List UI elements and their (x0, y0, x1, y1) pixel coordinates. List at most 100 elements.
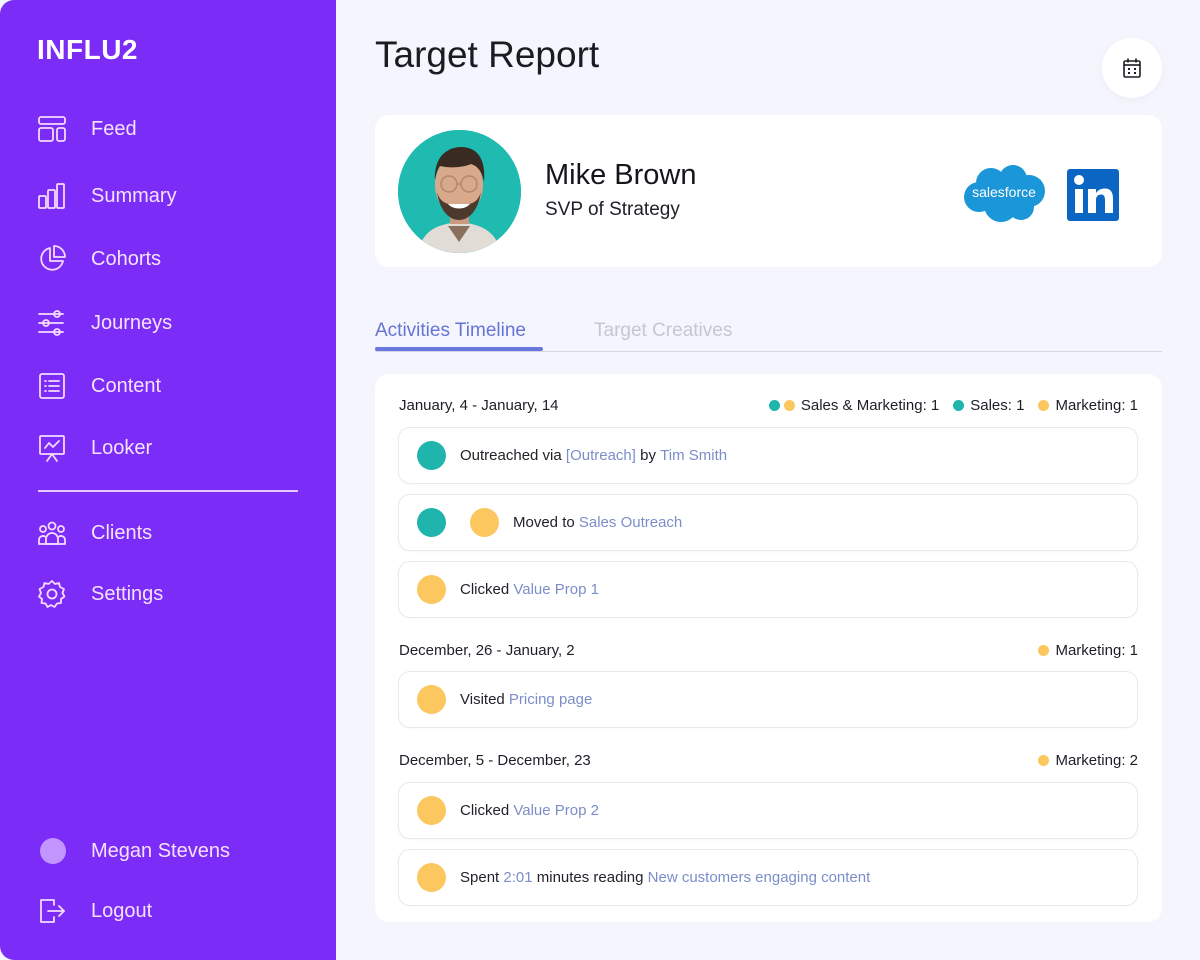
activity-journey-link[interactable]: Sales Outreach (579, 514, 682, 531)
legend-sales-marketing: Sales & Marketing: 1 (768, 396, 940, 414)
activity-item[interactable]: Visited Pricing page (398, 671, 1138, 728)
bar-chart-icon (37, 181, 67, 211)
reading-time: 2:01 (503, 869, 533, 886)
feed-layout-icon (37, 114, 67, 144)
salesforce-logo[interactable]: salesforce (961, 163, 1047, 225)
profile-name: Mike Brown (545, 159, 697, 191)
sales-dot-icon (768, 399, 780, 411)
sidebar-item-label: Summary (91, 184, 177, 207)
app-logo[interactable]: INFLU2 (37, 34, 138, 66)
profile-title: SVP of Strategy (545, 199, 680, 220)
group-legend: Marketing: 2 (1024, 752, 1138, 769)
gear-icon (37, 579, 67, 609)
marketing-dot-icon (417, 685, 446, 714)
group-legend: Sales & Marketing: 1 Sales: 1 Marketing:… (755, 397, 1138, 414)
group-legend: Marketing: 1 (1024, 642, 1138, 659)
activity-source-link[interactable]: [Outreach] (566, 447, 636, 464)
marketing-dot-icon (417, 863, 446, 892)
sidebar-item-label: Feed (91, 117, 137, 140)
user-profile[interactable]: Megan Stevens (37, 834, 230, 868)
activity-text: by (635, 447, 661, 464)
linkedin-logo[interactable] (1067, 169, 1119, 221)
activity-text: Moved to (513, 514, 579, 531)
marketing-dot-icon (1038, 399, 1050, 411)
marketing-dot-icon (1038, 754, 1050, 766)
activity-item[interactable]: Outreached via [Outreach] by Tim Smith (398, 427, 1138, 484)
tab-bar: Activities Timeline Target Creatives (375, 316, 1162, 352)
legend-marketing: Marketing: 1 (1038, 642, 1138, 659)
sidebar-item-label: Content (91, 374, 162, 397)
tab-activities-timeline[interactable]: Activities Timeline (375, 320, 526, 342)
profile-card: Mike Brown SVP of Strategy salesforce (375, 115, 1162, 267)
activity-content-link[interactable]: Value Prop 2 (513, 802, 599, 819)
user-name: Megan Stevens (91, 839, 230, 862)
users-icon (37, 518, 67, 548)
marketing-dot-icon (470, 508, 499, 537)
main-content: Target Report Mike Brown SVP of Strategy… (336, 0, 1200, 960)
activity-text: Visited (460, 691, 509, 708)
active-tab-indicator (375, 347, 543, 351)
legend-label: Sales & Marketing: 1 (800, 396, 940, 414)
marketing-dot-icon (417, 796, 446, 825)
date-range: January, 4 - January, 14 (399, 396, 559, 414)
logout-label: Logout (91, 899, 153, 922)
legend-sales: Sales: 1 (953, 397, 1024, 414)
marketing-dot-icon (1038, 644, 1050, 656)
timeline-group-header: December, 26 - January, 2 Marketing: 1 (399, 638, 1138, 662)
sales-dot-icon (417, 508, 446, 537)
activities-timeline: January, 4 - January, 14 Sales & Marketi… (375, 374, 1162, 922)
sidebar-item-cohorts[interactable]: Cohorts (37, 242, 161, 276)
sidebar-item-content[interactable]: Content (37, 369, 161, 403)
activity-item[interactable]: Clicked Value Prop 1 (398, 561, 1138, 618)
legend-label: Marketing: 2 (1055, 751, 1138, 769)
activity-page-link[interactable]: Pricing page (509, 691, 592, 708)
presentation-chart-icon (37, 433, 67, 463)
activity-item[interactable]: Clicked Value Prop 2 (398, 782, 1138, 839)
timeline-group-header: December, 5 - December, 23 Marketing: 2 (399, 748, 1138, 772)
calendar-button[interactable] (1102, 38, 1162, 98)
sidebar-item-clients[interactable]: Clients (37, 516, 152, 550)
activity-text: Clicked (460, 581, 514, 598)
marketing-dot-icon (783, 399, 795, 411)
sidebar-item-label: Looker (91, 436, 153, 459)
sidebar-item-summary[interactable]: Summary (37, 179, 177, 213)
activity-content-link[interactable]: Value Prop 1 (513, 581, 599, 598)
sidebar-item-label: Settings (91, 582, 164, 605)
legend-label: Marketing: 1 (1055, 641, 1138, 659)
list-icon (37, 371, 67, 401)
pie-chart-icon (37, 244, 67, 274)
logout-button[interactable]: Logout (37, 894, 152, 928)
sidebar-item-label: Journeys (91, 311, 173, 334)
legend-marketing: Marketing: 1 (1038, 397, 1138, 414)
page-title: Target Report (375, 34, 600, 75)
marketing-dot-icon (417, 575, 446, 604)
sidebar-item-label: Clients (91, 521, 153, 544)
salesforce-wordmark: salesforce (972, 184, 1036, 200)
sidebar-divider (38, 490, 298, 492)
date-range: December, 26 - January, 2 (399, 641, 575, 659)
activity-item[interactable]: Moved to Sales Outreach (398, 494, 1138, 551)
calendar-icon (1123, 58, 1141, 78)
sales-dot-icon (953, 399, 965, 411)
legend-label: Marketing: 1 (1055, 396, 1138, 414)
profile-avatar (398, 130, 521, 253)
sidebar-item-settings[interactable]: Settings (37, 577, 163, 611)
sales-dot-icon (417, 441, 446, 470)
sidebar-item-journeys[interactable]: Journeys (37, 306, 172, 340)
activity-item[interactable]: Spent 2:01 minutes reading New customers… (398, 849, 1138, 906)
activity-text: minutes reading (532, 869, 648, 886)
user-avatar (37, 836, 67, 866)
activity-user-link[interactable]: Tim Smith (660, 447, 727, 464)
timeline-group-header: January, 4 - January, 14 Sales & Marketi… (399, 393, 1138, 417)
sliders-icon (37, 308, 67, 338)
sidebar-item-feed[interactable]: Feed (37, 112, 137, 146)
logout-icon (37, 896, 67, 926)
sidebar: INFLU2 Feed Summary Cohorts Journeys Con… (0, 0, 336, 960)
sidebar-item-looker[interactable]: Looker (37, 431, 152, 465)
activity-content-link[interactable]: New customers engaging content (648, 869, 871, 886)
activity-text: Spent (460, 869, 504, 886)
tab-target-creatives[interactable]: Target Creatives (594, 320, 732, 342)
sidebar-item-label: Cohorts (91, 247, 162, 270)
activity-text: Outreached via (460, 447, 566, 464)
legend-marketing: Marketing: 2 (1038, 752, 1138, 769)
